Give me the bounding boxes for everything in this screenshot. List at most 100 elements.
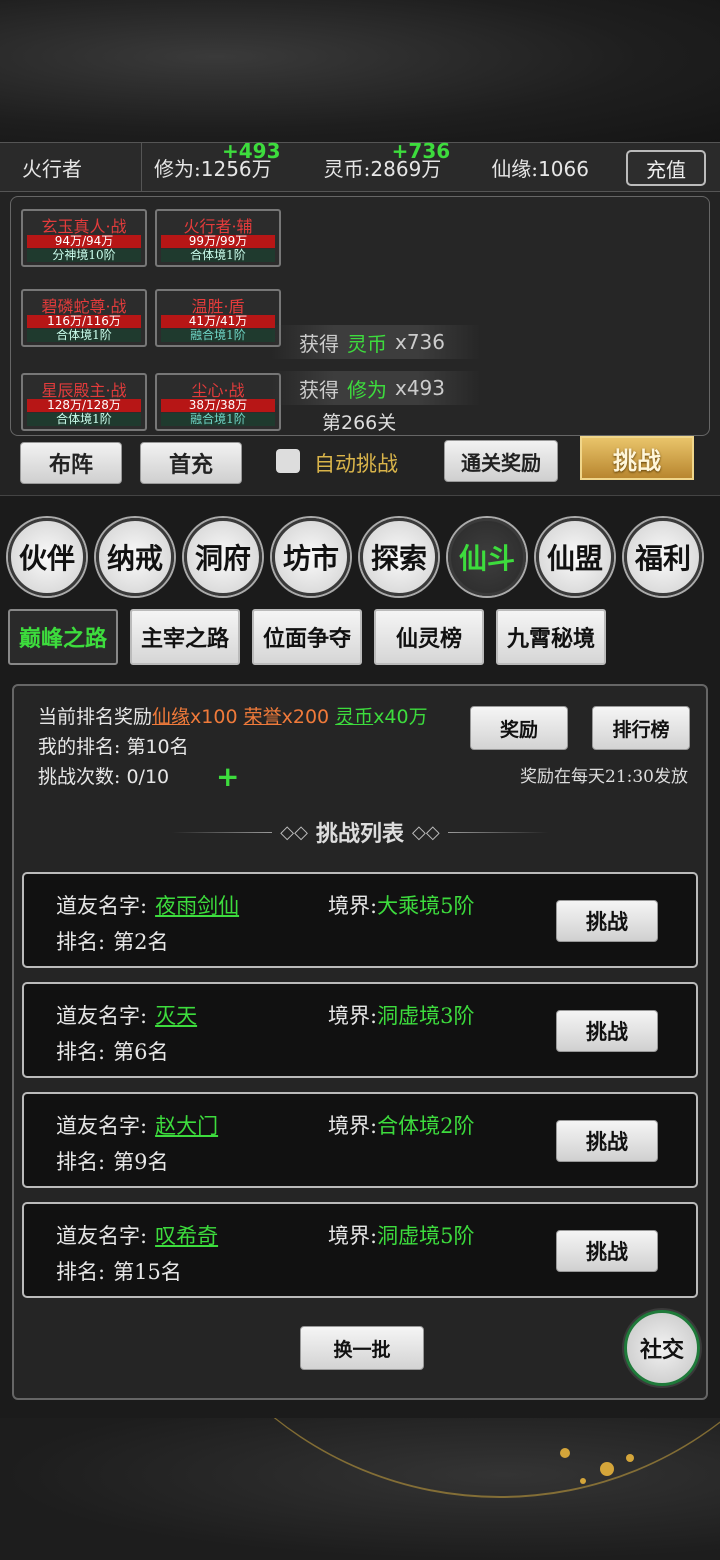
unit-hp-bar: 38万/38万 [161,399,275,412]
reward-button[interactable]: 奖励 [470,706,568,750]
add-attempts-plus-icon[interactable]: + [216,760,239,793]
cultivation-stat: 修为:1256万 +493 [154,139,281,182]
opponent-realm-line: 境界:合体境2阶 [328,1110,474,1140]
coin-stat: 灵币:2869万 +736 [323,139,451,182]
clear-reward-button[interactable]: 通关奖励 [444,440,558,482]
opponent-rank: 第9名 [113,1150,169,1174]
challenge-button[interactable]: 挑战 [556,1230,658,1272]
unit-realm: 合体境1阶 [27,413,141,426]
fate-stat: 仙缘:1066 [491,153,589,182]
battle-controls: 布阵 首充 自动挑战 通关奖励 挑战 [0,436,720,492]
battle-challenge-button[interactable]: 挑战 [580,436,694,480]
challenge-button[interactable]: 挑战 [556,1120,658,1162]
auto-challenge-checkbox[interactable] [276,449,300,473]
attempts: 挑战次数: 0/10 [38,762,169,789]
unit-card[interactable]: 火行者·辅 99万/99万 合体境1阶 [155,209,281,267]
opponent-name-line: 道友名字: 夜雨剑仙 [56,890,239,920]
reward-time-note: 奖励在每天21:30发放 [520,767,688,787]
menu-ring[interactable]: 纳戒 [96,518,174,596]
challenge-button[interactable]: 挑战 [556,900,658,942]
coin-label: 灵币: [323,156,371,181]
opponent-rank-line: 排名: 第6名 [56,1036,168,1066]
unit-hp-bar: 41万/41万 [161,315,275,328]
reward-item: 荣誉 [243,706,282,728]
opponent-name[interactable]: 赵大门 [155,1114,218,1138]
reward-item: 灵币 [335,706,374,728]
unit-card[interactable]: 玄玉真人·战 94万/94万 分神境10阶 [21,209,147,267]
realm-label: 境界: [328,1114,378,1138]
opponent-name[interactable]: 夜雨剑仙 [155,894,239,918]
unit-card[interactable]: 星辰殿主·战 128万/128万 合体境1阶 [21,373,147,431]
menu-market[interactable]: 坊市 [272,518,350,596]
menu-immortal-duel[interactable]: 仙斗 [448,518,526,596]
tab-peak-road[interactable]: 巅峰之路 [8,609,118,665]
name-label: 道友名字: [56,894,148,918]
opponent-name-line: 道友名字: 叹希奇 [56,1220,218,1250]
opponent-realm: 大乘境5阶 [377,894,475,918]
opponent-rank: 第15名 [113,1260,182,1284]
tab-nine-heavens[interactable]: 九霄秘境 [496,609,606,665]
unit-realm: 合体境1阶 [27,329,141,342]
tab-plane-contest[interactable]: 位面争夺 [252,609,362,665]
opponent-rank: 第6名 [113,1040,169,1064]
opponent-rank-line: 排名: 第15名 [56,1256,182,1286]
peak-road-panel: 当前排名奖励仙缘x100 荣誉x200 灵币x40万 我的排名: 第10名 挑战… [12,684,708,1400]
rank-label: 排名: [56,1260,106,1284]
realm-label: 境界: [328,894,378,918]
rank-label: 排名: [56,930,106,954]
divider-left [172,831,273,833]
unit-realm: 分神境10阶 [27,249,141,262]
diamond-ornament-icon: ◇◇ [280,821,308,843]
player-name: 火行者 [0,143,142,191]
recharge-button[interactable]: 充值 [626,150,706,186]
unit-hp-bar: 94万/94万 [27,235,141,248]
fate-value: 1066 [538,156,589,181]
menu-welfare[interactable]: 福利 [624,518,702,596]
current-rank-reward: 当前排名奖励仙缘x100 荣誉x200 灵币x40万 [38,702,428,729]
gain-message: 获得 灵币 x736 [271,325,481,359]
reward-item: 仙缘 [152,706,191,728]
social-button[interactable]: 社交 [624,1310,700,1386]
cultivation-gain-float: +493 [222,138,281,163]
my-rank-value: 第10名 [126,736,189,758]
opponent-card: 道友名字: 赵大门 境界:合体境2阶 排名: 第9名 挑战 [22,1092,698,1188]
unit-card[interactable]: 温胜·盾 41万/41万 融合境1阶 [155,289,281,347]
attempts-value: 0/10 [126,766,170,788]
opponent-realm-line: 境界:洞虚境5阶 [328,1220,474,1250]
top-background [0,0,720,142]
opponent-card: 道友名字: 灭天 境界:洞虚境3阶 排名: 第6名 挑战 [22,982,698,1078]
opponent-card: 道友名字: 叹希奇 境界:洞虚境5阶 排名: 第15名 挑战 [22,1202,698,1298]
opponent-name-line: 道友名字: 灭天 [56,1000,197,1030]
unit-card[interactable]: 碧磷蛇尊·战 116万/116万 合体境1阶 [21,289,147,347]
divider-right [447,831,548,833]
opponent-rank: 第2名 [113,930,169,954]
battle-field: 玄玉真人·战 94万/94万 分神境10阶 火行者·辅 99万/99万 合体境1… [10,196,710,436]
unit-card[interactable]: 尘心·战 38万/38万 融合境1阶 [155,373,281,431]
opponent-name[interactable]: 叹希奇 [155,1224,218,1248]
menu-partner[interactable]: 伙伴 [8,518,86,596]
refresh-batch-button[interactable]: 换一批 [300,1326,424,1370]
menu-alliance[interactable]: 仙盟 [536,518,614,596]
unit-hp-bar: 128万/128万 [27,399,141,412]
formation-button[interactable]: 布阵 [20,442,122,484]
opponent-realm: 洞虚境5阶 [377,1224,475,1248]
gold-speck [580,1478,586,1484]
gold-speck [626,1454,634,1462]
unit-realm: 合体境1阶 [161,249,275,262]
battle-area: 玄玉真人·战 94万/94万 分神境10阶 火行者·辅 99万/99万 合体境1… [0,192,720,496]
gold-speck [560,1448,570,1458]
opponent-realm: 洞虚境3阶 [377,1004,475,1028]
opponent-name[interactable]: 灭天 [155,1004,197,1028]
challenge-button[interactable]: 挑战 [556,1010,658,1052]
tab-sovereign-road[interactable]: 主宰之路 [130,609,240,665]
reward-quantity: x40万 [373,706,428,728]
tab-spirit-ranking[interactable]: 仙灵榜 [374,609,484,665]
leaderboard-button[interactable]: 排行榜 [592,706,690,750]
gold-speck [600,1462,614,1476]
reward-label: 当前排名奖励 [38,706,153,728]
list-title: 挑战列表 [315,821,404,847]
gain-item: 灵币 [347,331,387,356]
menu-cave[interactable]: 洞府 [184,518,262,596]
first-charge-button[interactable]: 首充 [140,442,242,484]
menu-explore[interactable]: 探索 [360,518,438,596]
